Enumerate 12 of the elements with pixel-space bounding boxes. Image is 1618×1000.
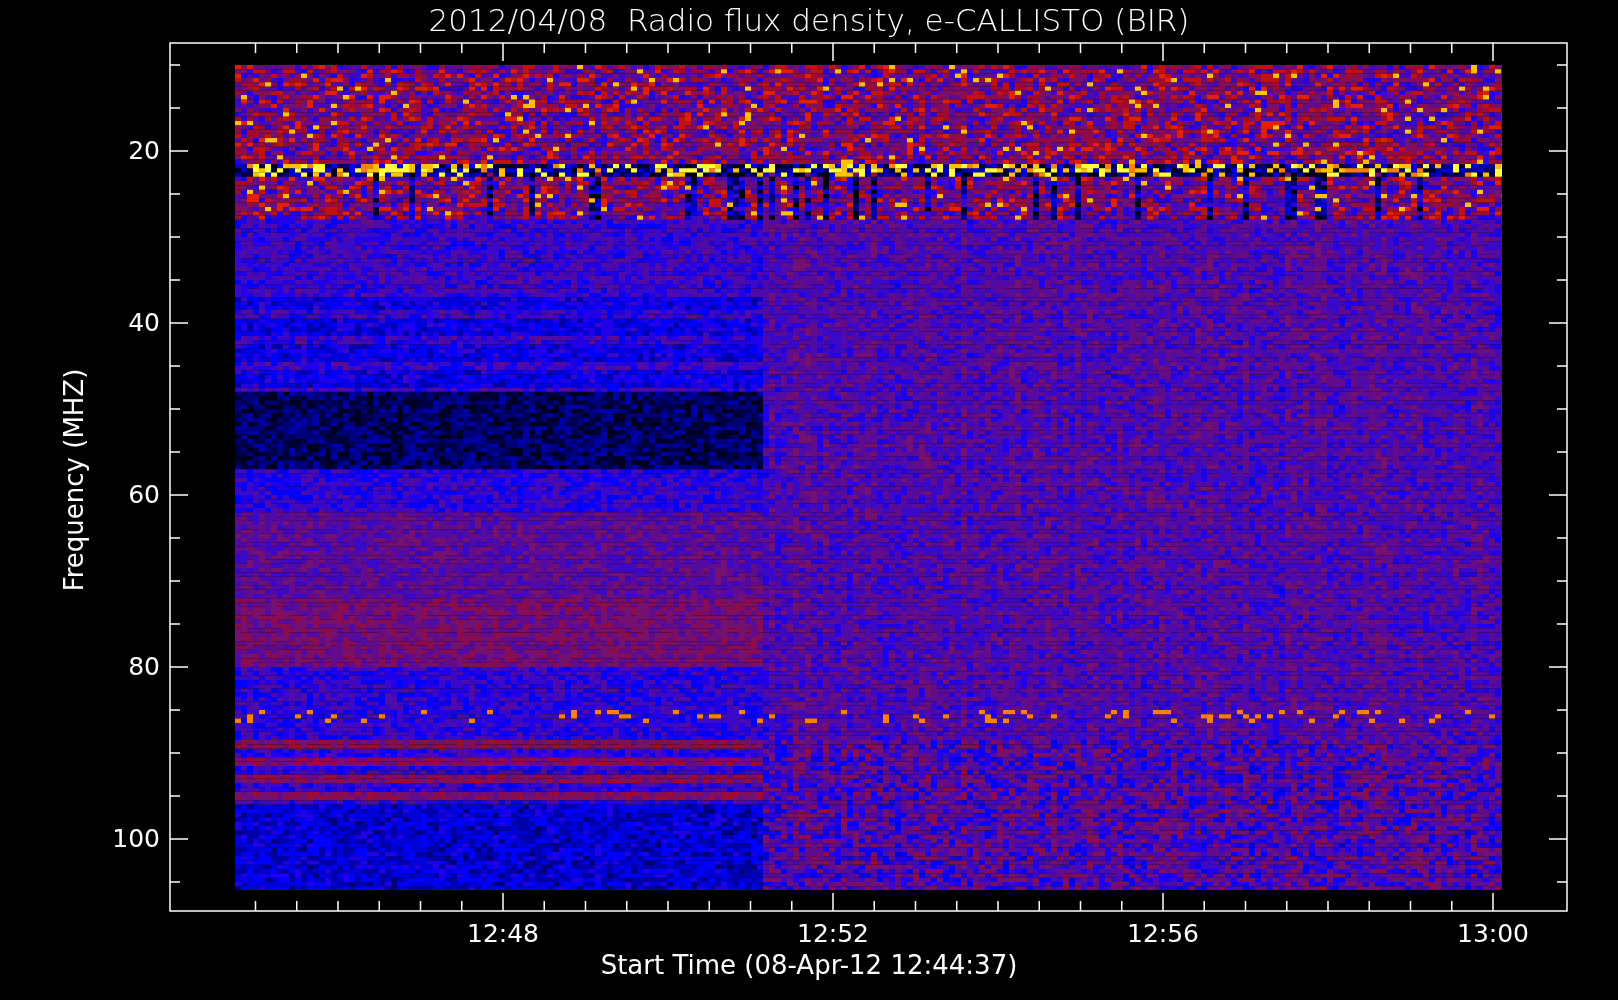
tick-label: 20 [128,136,160,166]
tick-label: 100 [112,824,160,854]
tick-label: 80 [128,652,160,682]
tick-label: 12:48 [467,919,539,949]
axis-label: Frequency (MHZ) [58,368,90,592]
tick-label: 12:56 [1127,919,1199,949]
tick-label: 12:52 [797,919,869,949]
axis-label: Start Time (08-Apr-12 12:44:37) [599,949,1019,981]
tick-label: 13:00 [1457,919,1529,949]
tick-label: 40 [128,308,160,338]
plot-title: 2012/04/08 Radio flux density, e-CALLISTO (BIR) [427,2,1191,38]
tick-label: 60 [128,480,160,510]
